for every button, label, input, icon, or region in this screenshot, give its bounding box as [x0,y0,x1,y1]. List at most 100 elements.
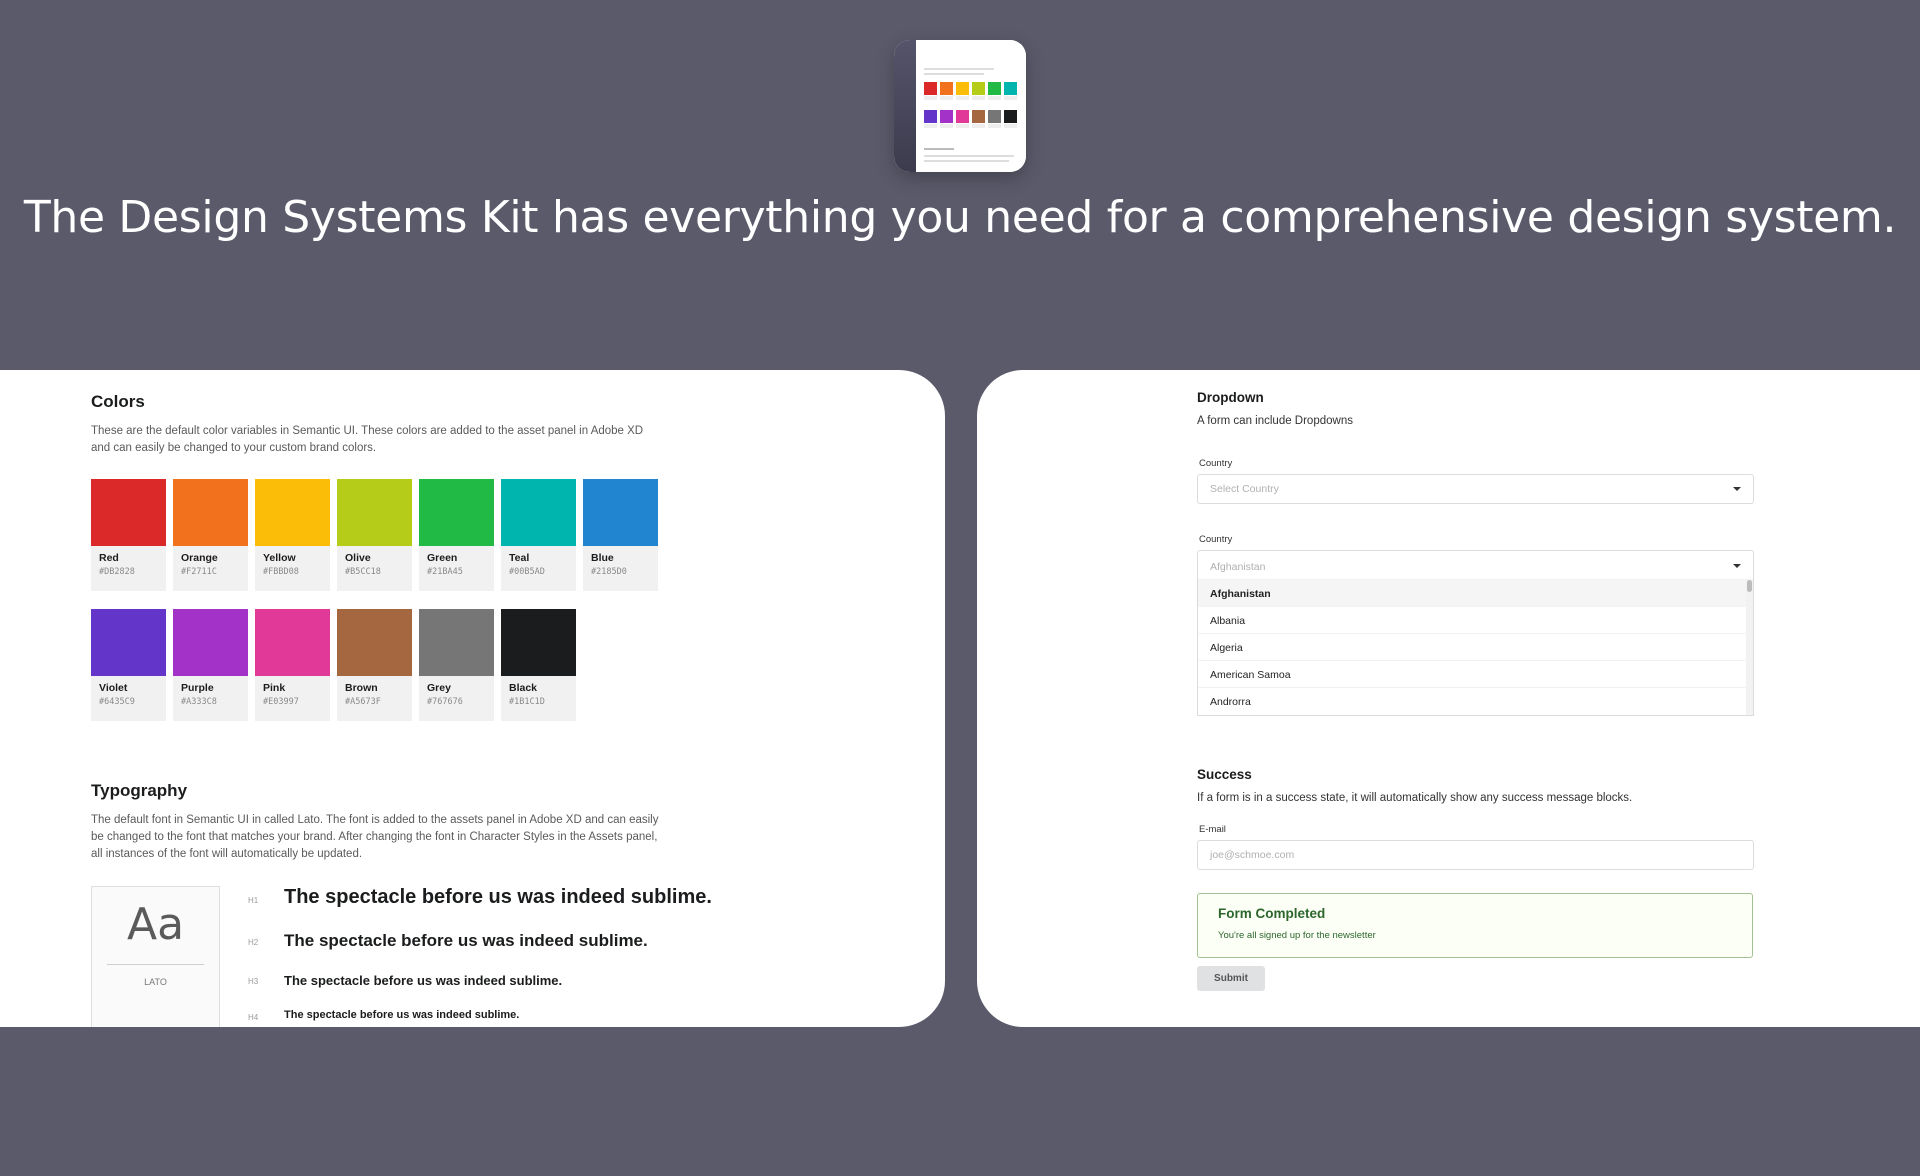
country-label: Country [1199,458,1233,469]
color-name: Grey [427,682,451,694]
color-swatch-orange: Orange #F2711C [173,479,248,591]
dropdown-option[interactable]: Albania [1198,606,1746,634]
thumbnail-swatch [972,110,985,123]
dropdown-option-label: Algeria [1210,642,1243,654]
dropdown-description: A form can include Dropdowns [1197,415,1353,427]
color-hex: #6435C9 [99,697,135,707]
thumbnail-swatch-label [924,124,937,128]
dropdown-option[interactable]: Algeria [1198,633,1746,661]
color-hex: #FBBD08 [263,567,299,577]
thumbnail-swatch [1004,82,1017,95]
country-label: Country [1199,534,1233,545]
colors-description-line: These are the default color variables in… [91,425,644,437]
color-chip [419,479,494,546]
thumbnail-photo-strip [894,40,916,172]
color-hex: #767676 [427,697,463,707]
dropdown-option[interactable]: Afghanistan [1198,579,1746,607]
thumbnail-swatch-label [956,96,969,100]
email-field[interactable]: joe@schmoe.com [1197,840,1754,870]
color-swatch-grey: Grey #767676 [419,609,494,721]
country-select-open[interactable]: Afghanistan [1197,550,1754,580]
colors-description-line: and can easily be changed to your custom… [91,442,377,454]
heading-sample-h2: The spectacle before us was indeed subli… [284,931,648,950]
email-label: E-mail [1199,824,1226,835]
thumbnail-text-line [924,155,1014,157]
thumbnail-text-line [924,160,1009,162]
dropdown-option[interactable]: Androrra [1198,687,1746,715]
color-chip [91,609,166,676]
thumbnail-swatch [956,110,969,123]
country-select[interactable]: Select Country [1197,474,1754,504]
heading-sample-h4: The spectacle before us was indeed subli… [284,1009,520,1021]
color-name: Red [99,552,119,564]
scrollbar-thumb[interactable] [1747,580,1752,592]
color-name: Blue [591,552,614,564]
success-message-body: You're all signed up for the newsletter [1218,930,1376,941]
color-swatch-violet: Violet #6435C9 [91,609,166,721]
dropdown-scrollbar[interactable] [1746,579,1753,715]
colors-title: Colors [91,392,145,411]
color-name: Brown [345,682,378,694]
color-chip [337,609,412,676]
heading-sample-h3: The spectacle before us was indeed subli… [284,973,563,988]
thumbnail-swatch-label [972,96,985,100]
color-chip [255,609,330,676]
color-chip [583,479,658,546]
color-name: Olive [345,552,371,564]
email-placeholder: joe@schmoe.com [1210,849,1295,861]
dropdown-title: Dropdown [1197,390,1264,405]
color-swatch-yellow: Yellow #FBBD08 [255,479,330,591]
thumbnail-swatch-label [1004,96,1017,100]
color-swatch-purple: Purple #A333C8 [173,609,248,721]
color-name: Green [427,552,458,564]
thumbnail-swatch [972,82,985,95]
color-hex: #E03997 [263,697,299,707]
font-specimen-card: Aa LATO [91,886,220,1027]
color-hex: #21BA45 [427,567,463,577]
submit-button[interactable]: Submit [1197,966,1265,991]
dropdown-option-label: Albania [1210,615,1246,627]
color-chip [419,609,494,676]
color-name: Yellow [263,552,296,564]
heading-level-label: H4 [248,1013,259,1022]
success-message-title: Form Completed [1218,906,1326,921]
color-swatch-brown: Brown #A5673F [337,609,412,721]
thumbnail-swatch [988,82,1001,95]
caret-down-icon [1733,487,1741,491]
thumbnail-swatch-label [924,96,937,100]
color-chip [501,479,576,546]
color-chip [337,479,412,546]
color-name: Violet [99,682,128,694]
color-hex: #F2711C [181,567,217,577]
design-kit-preview-image [894,40,1026,172]
color-name: Purple [181,682,214,694]
color-chip [501,609,576,676]
success-title: Success [1197,767,1252,782]
thumbnail-text-line [924,68,994,70]
success-description: If a form is in a success state, it will… [1197,792,1633,804]
heading-level-label: H2 [248,938,259,947]
color-hex: #2185D0 [591,567,627,577]
color-chip [255,479,330,546]
specimen-divider [107,964,204,965]
color-hex: #00B5AD [509,567,545,577]
typography-description-line: all instances of the font will automatic… [91,848,363,860]
country-select-value: Afghanistan [1210,561,1266,573]
color-hex: #A333C8 [181,697,217,707]
heading-sample-h1: The spectacle before us was indeed subli… [284,886,712,908]
color-name: Pink [263,682,286,694]
country-select-placeholder: Select Country [1210,483,1279,495]
thumbnail-swatch-label [940,124,953,128]
dropdown-option-label: Androrra [1210,696,1251,708]
color-chip [173,609,248,676]
font-name: LATO [144,977,167,987]
thumbnail-text-line [924,148,954,150]
color-hex: #DB2828 [99,567,135,577]
color-hex: #A5673F [345,697,381,707]
color-swatch-red: Red #DB2828 [91,479,166,591]
thumbnail-sheet [916,40,1026,172]
dropdown-option[interactable]: American Samoa [1198,660,1746,688]
heading-level-label: H3 [248,977,259,986]
color-name: Orange [181,552,218,564]
color-swatch-black: Black #1B1C1D [501,609,576,721]
